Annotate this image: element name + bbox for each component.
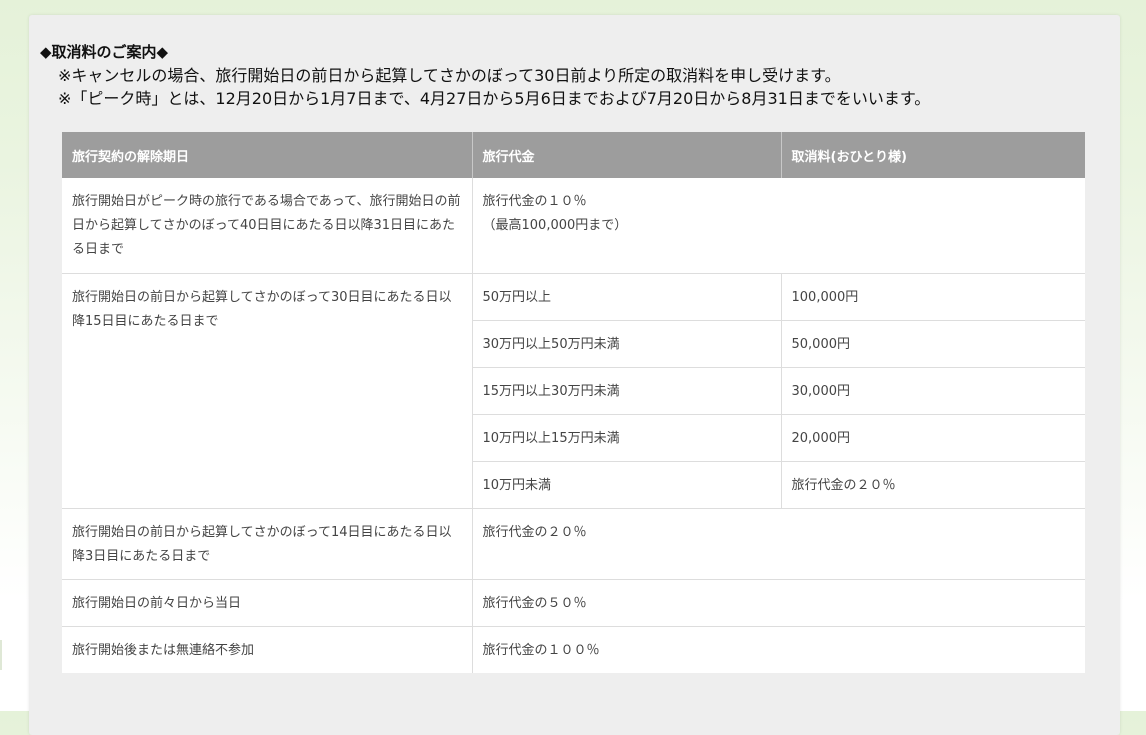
fee-cell: 旅行代金の１００％: [482, 643, 600, 658]
period-cell: 旅行開始後または無連絡不参加: [62, 626, 473, 673]
period-cell: 旅行開始日の前々日から当日: [62, 579, 473, 627]
header-cancellation-date: 旅行契約の解除期日: [62, 132, 473, 178]
fee-cell: 100,000円: [781, 273, 1085, 321]
fee-cell: 旅行代金の２０％: [781, 461, 1085, 509]
fee-cell: 20,000円: [781, 414, 1085, 462]
fee-cell: 旅行代金の１０％ （最高100,000円まで）: [472, 178, 1085, 274]
table-row: 旅行開始日がピーク時の旅行である場合であって、旅行開始日の前日から起算してさかの…: [62, 178, 1085, 274]
price-range-cell: 30万円以上50万円未満: [472, 320, 782, 368]
price-range-cell: 10万円以上15万円未満: [472, 414, 782, 462]
left-edge-marker: [0, 640, 2, 670]
table-header-row: 旅行契約の解除期日 旅行代金 取消料(おひとり様): [62, 132, 1085, 178]
fee-cell: 30,000円: [781, 367, 1085, 415]
table-row: 旅行開始後または無連絡不参加 旅行代金の１００％: [62, 626, 1085, 673]
price-range-cell: 50万円以上: [472, 273, 782, 321]
price-range-cell: 15万円以上30万円未満: [472, 367, 782, 415]
table-row: 旅行開始日の前々日から当日 旅行代金の５０％: [62, 579, 1085, 627]
period-cell: 旅行開始日がピーク時の旅行である場合であって、旅行開始日の前日から起算してさかの…: [62, 178, 473, 274]
fee-cell: 旅行代金の２０％: [472, 508, 1085, 580]
table-row: 旅行開始日の前日から起算してさかのぼって30日目にあたる日以降15日目にあたる日…: [62, 273, 1085, 509]
price-range-cell: 10万円未満: [472, 461, 782, 509]
notice-line-peak: ※「ピーク時」とは、12月20日から1月7日まで、4月27日から5月6日までおよ…: [58, 89, 931, 108]
header-travel-price: 旅行代金: [472, 132, 782, 178]
notice-heading: ◆取消料のご案内◆: [40, 43, 169, 61]
cancellation-notice: ◆取消料のご案内◆ ※キャンセルの場合、旅行開始日の前日から起算してさかのぼって…: [40, 41, 930, 110]
period-cell: 旅行開始日の前日から起算してさかのぼって30日目にあたる日以降15日目にあたる日…: [62, 273, 473, 509]
cancellation-fee-table: 旅行契約の解除期日 旅行代金 取消料(おひとり様) 旅行開始日がピーク時の旅行で…: [62, 132, 1085, 673]
table-row: 旅行開始日の前日から起算してさかのぼって14日目にあたる日以降3日目にあたる日ま…: [62, 508, 1085, 580]
header-cancellation-fee: 取消料(おひとり様): [781, 132, 1085, 178]
fee-cell: 旅行代金の５０％: [472, 579, 1085, 627]
period-cell: 旅行開始日の前日から起算してさかのぼって14日目にあたる日以降3日目にあたる日ま…: [62, 508, 473, 580]
fee-cell: 50,000円: [781, 320, 1085, 368]
notice-line-cancellation: ※キャンセルの場合、旅行開始日の前日から起算してさかのぼって30日前より所定の取…: [58, 66, 841, 85]
